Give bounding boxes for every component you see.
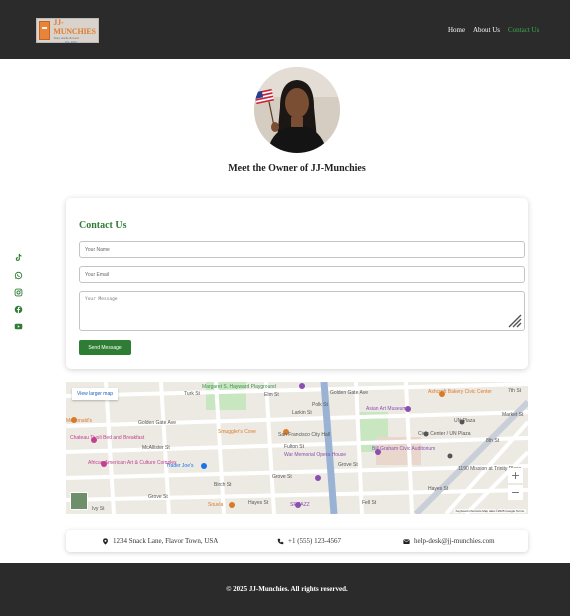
logo-title: JJ-MUNCHIES	[53, 17, 96, 36]
owner-section-title: Meet the Owner of JJ-Munchies	[228, 163, 366, 174]
phone-text: +1 (555) 123-4567	[288, 537, 341, 545]
street-label: Polk St	[312, 402, 328, 408]
snack-logo-icon	[39, 21, 51, 40]
map-zoom-in-button[interactable]: +	[508, 468, 523, 483]
street-label: Grove St	[148, 494, 168, 500]
instagram-icon[interactable]	[14, 288, 23, 297]
map-poi[interactable]: Chateau Tivoli Bed and Breakfast	[70, 435, 144, 441]
street-label: Hayes St	[428, 486, 449, 492]
map-poi[interactable]: Smuggler's Cove	[218, 429, 256, 435]
contact-form-card: Contact Us Your Name Your Email Your Mes…	[66, 198, 528, 369]
envelope-icon	[403, 538, 410, 544]
resize-handle-icon[interactable]	[507, 313, 522, 328]
street-label: Birch St	[214, 482, 232, 488]
message-placeholder: Your Message	[85, 297, 118, 302]
map-poi[interactable]: Bill Graham Civic Auditorium	[372, 446, 435, 452]
map-poi[interactable]: War Memorial Opera House	[284, 452, 346, 458]
youtube-icon[interactable]	[14, 322, 23, 331]
map-poi[interactable]: Souvla	[208, 502, 223, 508]
whatsapp-icon[interactable]	[14, 271, 23, 280]
street-label: McAllister St	[142, 445, 170, 451]
map-zoom-out-button[interactable]: −	[508, 485, 523, 500]
contact-form-title: Contact Us	[79, 220, 127, 231]
street-label: Hayes St	[248, 500, 269, 506]
nav-about-us[interactable]: About Us	[473, 26, 500, 34]
message-textarea[interactable]: Your Message	[79, 291, 525, 331]
map-poi[interactable]: Civic Center / UN Plaza	[418, 431, 471, 437]
map-layer-thumbnail[interactable]	[70, 492, 88, 510]
map-poi[interactable]: UN Plaza	[454, 418, 475, 424]
owner-photo	[254, 67, 340, 153]
map-poi[interactable]: African American Art & Culture Complex	[88, 460, 177, 466]
street-label: Ivy St	[92, 506, 105, 512]
map-poi[interactable]: Ashcroft Bakery Civic Center	[428, 389, 492, 395]
footer-copyright: © 2025 JJ-Munchies. All rights reserved.	[226, 585, 348, 593]
map-poi[interactable]: SF JAZZ	[290, 502, 310, 508]
address-text: 1234 Snack Lane, Flavor Town, USA	[113, 537, 219, 545]
phone-icon	[277, 538, 284, 544]
email-info: help-desk@jj-munchies.com	[403, 537, 495, 545]
tiktok-icon[interactable]	[14, 253, 23, 262]
embedded-map[interactable]: View larger map Turk St Golden Gate Ave …	[66, 382, 528, 514]
map-poi[interactable]: Asian Art Museum	[366, 406, 407, 412]
send-message-button[interactable]: Send Message	[79, 340, 131, 355]
street-label: Market St	[502, 412, 524, 418]
logo-sub: Est. 2025	[65, 39, 77, 44]
map-poi[interactable]: McDonald's	[66, 418, 92, 424]
map-poi[interactable]: Margaret S. Hayward Playground	[202, 384, 276, 390]
street-label: Fulton St	[284, 444, 305, 450]
nav-home[interactable]: Home	[448, 26, 465, 34]
street-label: Turk St	[184, 391, 200, 397]
street-label: Fell St	[362, 500, 377, 506]
contact-info-bar: 1234 Snack Lane, Flavor Town, USA +1 (55…	[66, 530, 528, 552]
email-input[interactable]: Your Email	[79, 266, 525, 283]
location-pin-icon	[103, 537, 108, 545]
street-label: Elm St	[264, 392, 279, 398]
map-poi[interactable]: San Francisco City Hall	[278, 432, 330, 438]
street-label: Grove St	[338, 462, 358, 468]
nav-contact-us[interactable]: Contact Us	[508, 26, 539, 34]
street-label: Golden Gate Ave	[138, 420, 176, 426]
street-label: 8th St	[486, 438, 500, 444]
map-poi[interactable]: Trader Joe's	[166, 463, 193, 469]
view-larger-map-link[interactable]: View larger map	[72, 388, 119, 400]
address-info: 1234 Snack Lane, Flavor Town, USA	[102, 537, 218, 545]
email-text: help-desk@jj-munchies.com	[414, 537, 495, 545]
street-label: Golden Gate Ave	[330, 390, 368, 396]
street-label: 7th St	[508, 388, 522, 394]
name-input[interactable]: Your Name	[79, 241, 525, 258]
footer: © 2025 JJ-Munchies. All rights reserved.	[0, 563, 570, 616]
top-navigation-bar: JJ-MUNCHIES Tasty snacks & treats Est. 2…	[0, 0, 570, 59]
jj-munchies-logo[interactable]: JJ-MUNCHIES Tasty snacks & treats Est. 2…	[36, 17, 99, 44]
street-label: Larkin St	[292, 410, 312, 416]
map-attribution[interactable]: Keyboard shortcuts Map data ©2025 Google…	[453, 509, 526, 513]
facebook-icon[interactable]	[14, 305, 23, 314]
street-label: Grove St	[272, 474, 292, 480]
phone-info: +1 (555) 123-4567	[277, 537, 341, 545]
